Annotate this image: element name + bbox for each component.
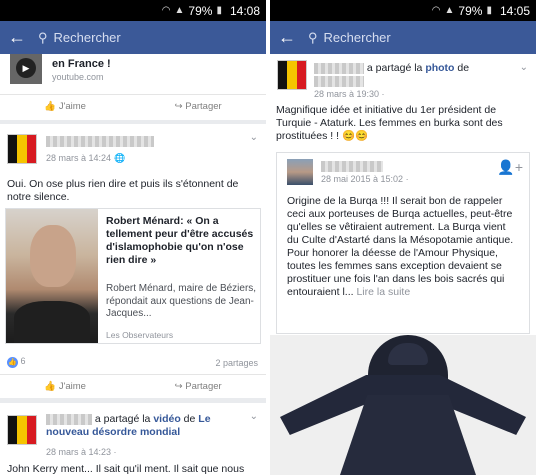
- share-action: a partagé la: [366, 62, 423, 74]
- photo[interactable]: [270, 335, 536, 475]
- post-time: 28 mars à 14:23 ·: [46, 447, 117, 457]
- like-button[interactable]: 👍 J'aime: [44, 101, 86, 112]
- post-card: 28 mars à 14:24 · 🌐 ⌄ Oui. On ose plus r…: [0, 124, 266, 398]
- wifi-icon: ◠: [431, 5, 441, 16]
- read-more-link[interactable]: Lire la suite: [356, 286, 410, 298]
- shared-text-body: Origine de la Burqa !!! Il serait bon de…: [287, 195, 514, 298]
- battery-level: 79%: [458, 3, 483, 18]
- post-header: a partagé la vidéo de Le nouveau désordr…: [46, 413, 256, 439]
- blurred-author-name: [314, 62, 364, 74]
- smiley-emoji: 😊😊: [341, 130, 369, 142]
- de-word: de: [183, 413, 196, 425]
- clock: 14:08: [229, 3, 260, 18]
- article-description: Robert Ménard, maire de Béziers, réponda…: [106, 283, 257, 319]
- blurred-author-name: [46, 136, 154, 147]
- video-thumbnail[interactable]: ▶: [10, 54, 42, 84]
- share-arrow-icon: ↪: [174, 381, 183, 392]
- search-bar[interactable]: ⚲ Rechercher: [308, 30, 391, 46]
- share-label: Partager: [185, 101, 222, 112]
- video-link[interactable]: vidéo: [153, 413, 180, 425]
- de-word: de: [457, 62, 470, 74]
- share-label: Partager: [185, 381, 222, 392]
- likes-count: 6: [20, 356, 26, 366]
- chevron-down-icon[interactable]: ⌄: [520, 62, 528, 73]
- search-placeholder: Rechercher: [53, 30, 121, 45]
- article-title: Robert Ménard: « On a tellement peur d'ê…: [106, 215, 254, 266]
- share-button[interactable]: ↪ Partager: [175, 381, 222, 392]
- clock: 14:05: [499, 3, 530, 18]
- post-time: 28 mars à 19:30 ·: [314, 89, 385, 99]
- post-text: John Kerry ment... Il sait qu'il ment. I…: [7, 463, 245, 475]
- blurred-page-name: [314, 76, 364, 87]
- avatar[interactable]: [287, 159, 313, 185]
- avatar[interactable]: [7, 134, 37, 164]
- battery-icon: ▮: [216, 5, 222, 16]
- blurred-author-name: [46, 413, 92, 425]
- post-text-body: Magnifique idée et initiative du 1er pré…: [276, 104, 503, 142]
- article-source: Les Observateurs: [106, 330, 174, 340]
- search-bar[interactable]: ⚲ Rechercher: [38, 30, 121, 46]
- article-preview[interactable]: Robert Ménard: « On a tellement peur d'ê…: [5, 208, 261, 344]
- like-label: J'aime: [58, 101, 86, 112]
- shared-post[interactable]: 28 mai 2015 à 15:02 · 👤+ Origine de la B…: [276, 152, 530, 334]
- search-placeholder: Rechercher: [323, 30, 391, 45]
- link-preview-card[interactable]: ▶ en France ! youtube.com 👍 J'aime ↪ Par…: [0, 54, 266, 120]
- thumbs-up-icon: 👍: [44, 101, 57, 112]
- like-button[interactable]: 👍 J'aime: [44, 381, 86, 392]
- chevron-down-icon[interactable]: ⌄: [250, 132, 258, 143]
- shared-post-text: Origine de la Burqa !!! Il serait bon de…: [287, 195, 519, 321]
- post-card: a partagé la vidéo de Le nouveau désordr…: [0, 403, 266, 475]
- avatar[interactable]: [277, 60, 307, 90]
- signal-icon: ▲: [174, 5, 185, 16]
- status-bar: ◠ ▲ 79% ▮ 14:08: [0, 0, 266, 21]
- shares-count[interactable]: 2 partages: [215, 358, 258, 368]
- share-button[interactable]: ↪ Partager: [175, 101, 222, 112]
- share-action: a partagé la: [94, 413, 151, 425]
- post-time: 28 mars à 14:24 ·: [46, 153, 117, 163]
- link-source: youtube.com: [52, 72, 104, 82]
- wifi-icon: ◠: [161, 5, 171, 16]
- back-arrow-icon[interactable]: ←: [278, 27, 308, 48]
- chevron-down-icon[interactable]: ⌄: [250, 411, 258, 422]
- post-text: Magnifique idée et initiative du 1er pré…: [276, 104, 530, 143]
- right-screenshot: ◠ ▲ 79% ▮ 14:05 ← ⚲ Rechercher a partagé…: [270, 0, 536, 475]
- photo-link[interactable]: photo: [425, 62, 454, 74]
- play-icon: ▶: [16, 58, 36, 78]
- blurred-author-name: [321, 161, 383, 172]
- left-screenshot: ◠ ▲ 79% ▮ 14:08 ← ⚲ Rechercher ▶ en Fran…: [0, 0, 266, 475]
- reactions[interactable]: 👍 6: [7, 356, 26, 368]
- avatar[interactable]: [7, 415, 37, 445]
- thumbs-up-icon: 👍: [44, 381, 57, 392]
- share-arrow-icon: ↪: [174, 101, 183, 112]
- add-friend-icon[interactable]: 👤+: [497, 159, 523, 176]
- article-image: [6, 209, 98, 343]
- search-icon: ⚲: [38, 29, 48, 45]
- post-card: a partagé la photo de 28 mars à 19:30 · …: [270, 54, 536, 475]
- top-nav: ← ⚲ Rechercher: [270, 21, 536, 54]
- signal-icon: ▲: [444, 5, 455, 16]
- battery-icon: ▮: [486, 5, 492, 16]
- post-text: Oui. On ose plus rien dire et puis ils s…: [7, 178, 239, 203]
- like-label: J'aime: [58, 381, 86, 392]
- shared-post-time: 28 mai 2015 à 15:02 ·: [321, 174, 409, 184]
- battery-level: 79%: [188, 3, 213, 18]
- globe-icon: 🌐: [114, 153, 126, 163]
- top-nav: ← ⚲ Rechercher: [0, 21, 266, 54]
- link-title: en France !: [52, 58, 111, 70]
- status-bar: ◠ ▲ 79% ▮ 14:05: [270, 0, 536, 21]
- back-arrow-icon[interactable]: ←: [8, 27, 38, 48]
- search-icon: ⚲: [308, 29, 318, 45]
- post-header: a partagé la photo de: [314, 62, 524, 74]
- like-reaction-icon: 👍: [7, 357, 18, 368]
